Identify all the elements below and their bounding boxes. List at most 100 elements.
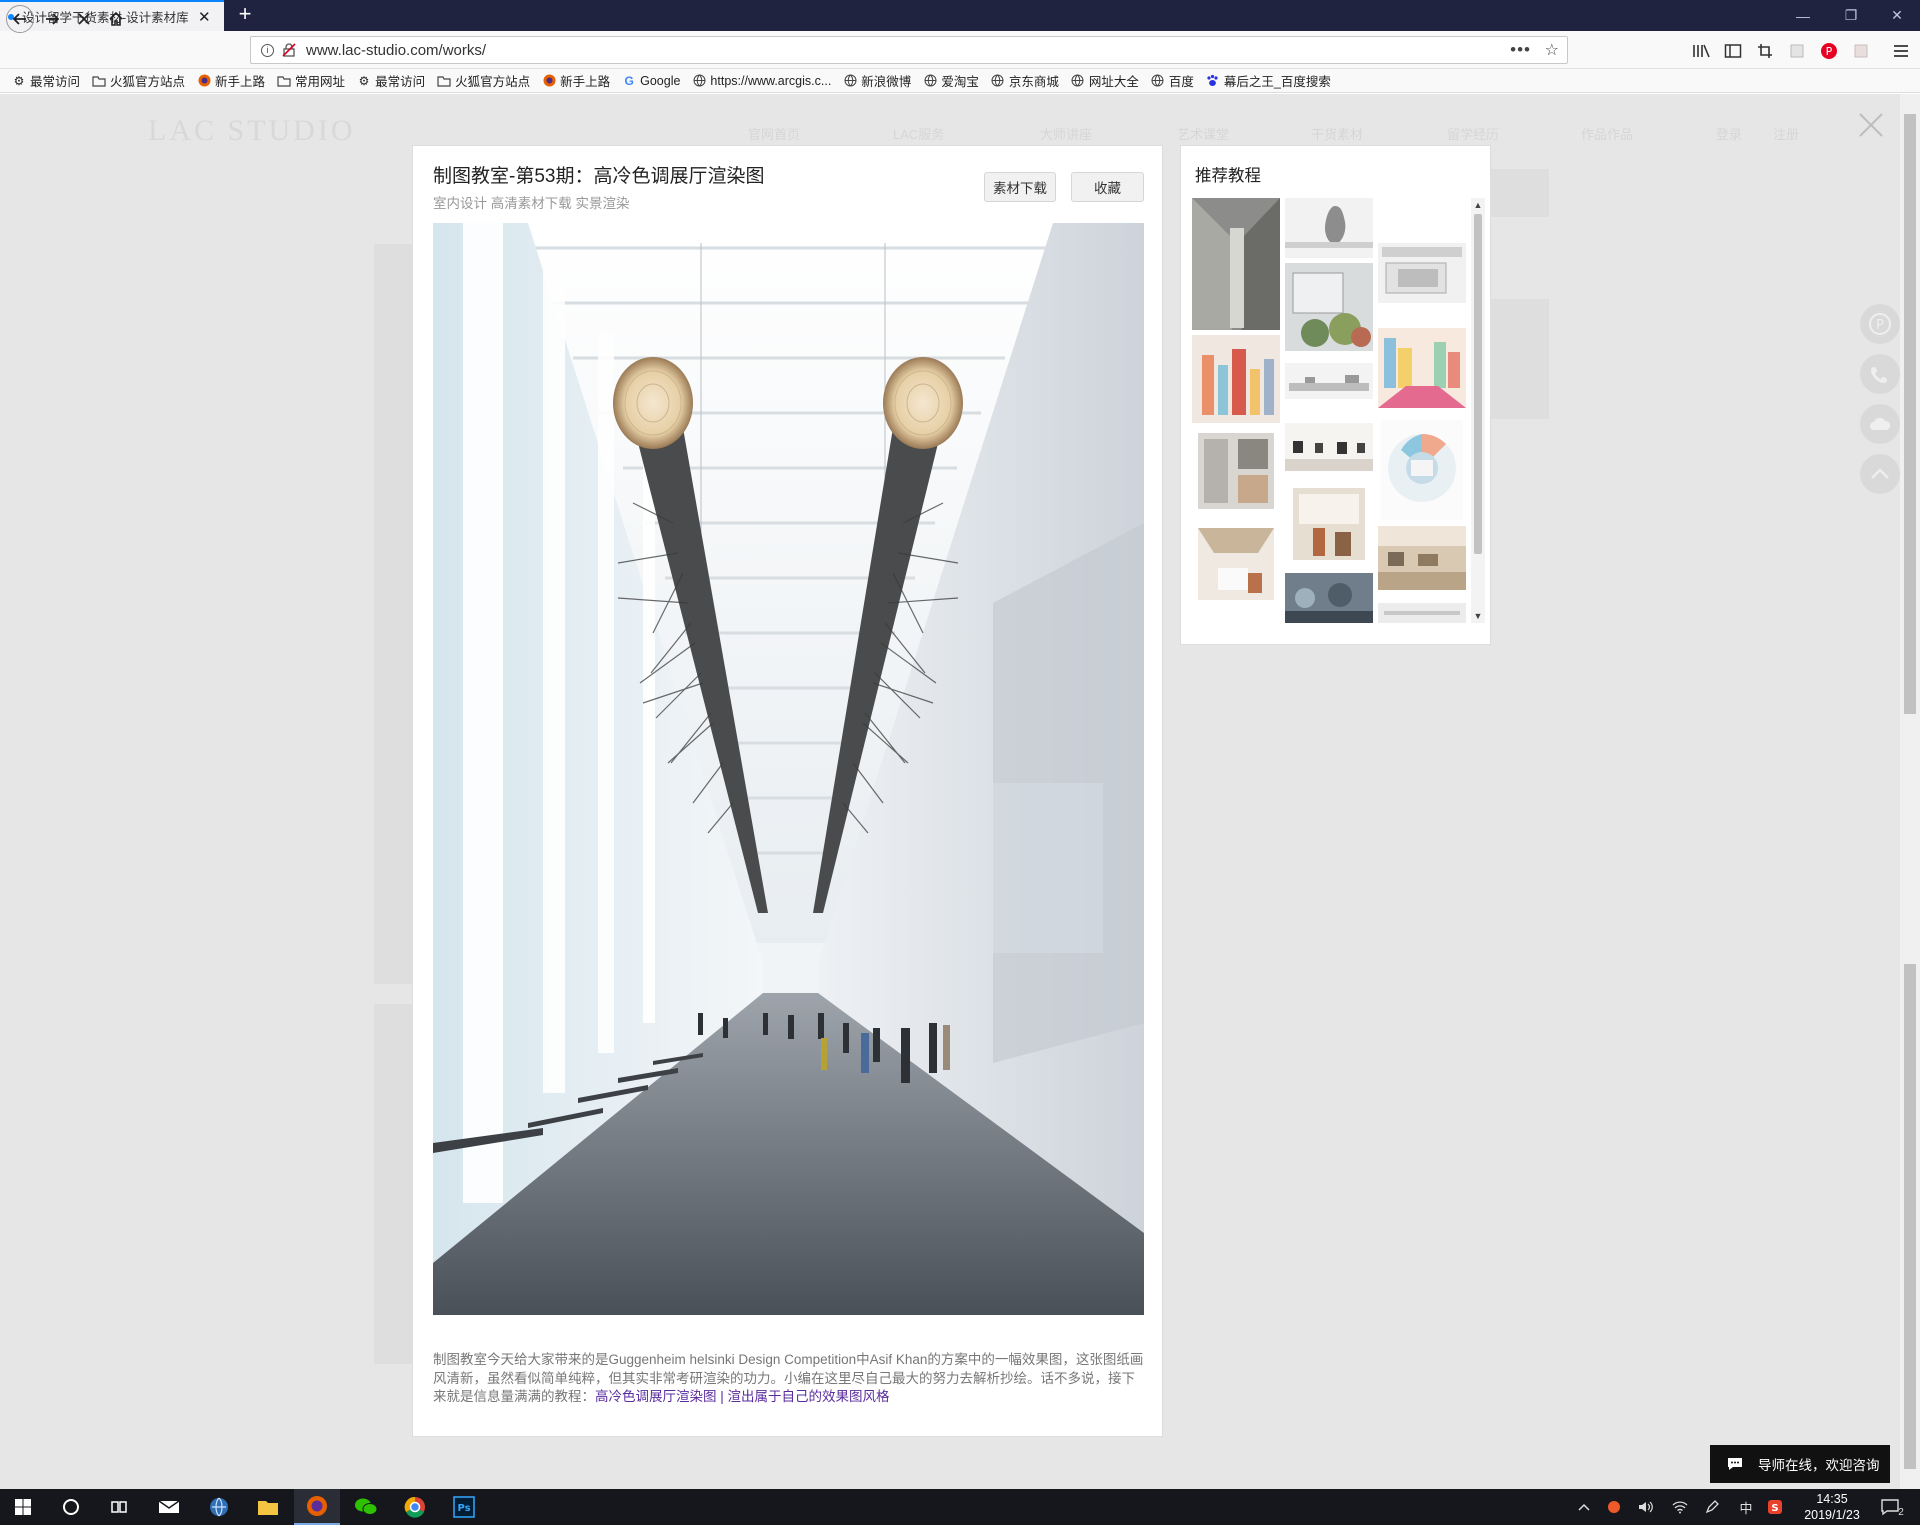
cloud-download-icon[interactable] bbox=[1860, 404, 1900, 444]
site-nav-item[interactable]: 作品作品 bbox=[1581, 124, 1633, 143]
stop-loading-button[interactable] bbox=[70, 5, 98, 33]
recommended-thumbnail[interactable] bbox=[1378, 526, 1466, 590]
task-view-button[interactable] bbox=[96, 1489, 142, 1525]
recommended-scrollbar[interactable]: ▲ ▼ bbox=[1471, 198, 1485, 623]
scroll-up-icon[interactable]: ▲ bbox=[1471, 198, 1485, 212]
site-logo[interactable]: LAC STUDIO bbox=[148, 114, 356, 148]
start-button[interactable] bbox=[0, 1489, 46, 1525]
taskbar-app[interactable] bbox=[392, 1489, 438, 1525]
site-nav-item[interactable]: 留学经历 bbox=[1447, 124, 1499, 143]
page-scrollbar[interactable] bbox=[1900, 94, 1920, 1489]
sogou-ime-icon[interactable]: S bbox=[1763, 1489, 1787, 1525]
phone-icon[interactable] bbox=[1860, 354, 1900, 394]
site-nav-item[interactable]: LAC服务 bbox=[893, 124, 944, 143]
recommended-thumbnail[interactable] bbox=[1378, 328, 1466, 408]
page-scroll-thumb[interactable] bbox=[1904, 964, 1916, 1469]
site-nav-item[interactable]: 干货素材 bbox=[1311, 124, 1363, 143]
bookmark-item[interactable]: 幕后之王_百度搜索 bbox=[1206, 71, 1331, 90]
collect-button[interactable]: 收藏 bbox=[1071, 172, 1144, 202]
home-button[interactable] bbox=[102, 5, 130, 33]
note-extension-icon[interactable] bbox=[1850, 40, 1872, 62]
background-card bbox=[374, 244, 412, 984]
action-center-button[interactable]: 2 bbox=[1872, 1489, 1912, 1525]
taskbar-app[interactable] bbox=[343, 1489, 389, 1525]
bookmark-item[interactable]: G Google bbox=[622, 74, 680, 88]
page-scroll-thumb[interactable] bbox=[1904, 114, 1916, 714]
site-nav-item[interactable]: 登录 bbox=[1716, 124, 1742, 143]
restore-button[interactable]: ❐ bbox=[1828, 0, 1874, 31]
bookmark-item[interactable]: 网址大全 bbox=[1071, 71, 1139, 90]
close-overlay-icon[interactable] bbox=[1856, 110, 1886, 140]
taskbar-clock[interactable]: 14:35 2019/1/23 bbox=[1794, 1491, 1870, 1523]
bookmark-item[interactable]: 百度 bbox=[1151, 71, 1194, 90]
bookmark-item[interactable]: 爱淘宝 bbox=[923, 71, 979, 90]
recommended-thumbnail[interactable] bbox=[1198, 528, 1274, 600]
extension-icon[interactable] bbox=[1786, 40, 1808, 62]
forward-button[interactable] bbox=[38, 5, 66, 33]
bookmark-item[interactable]: 京东商城 bbox=[991, 71, 1059, 90]
url-text[interactable]: www.lac-studio.com/works/ bbox=[306, 42, 486, 59]
pen-icon[interactable] bbox=[1700, 1489, 1724, 1525]
scroll-thumb[interactable] bbox=[1474, 214, 1482, 554]
taskbar-app[interactable] bbox=[294, 1489, 340, 1525]
bookmark-item[interactable]: https://www.arcgis.c... bbox=[692, 74, 831, 88]
site-nav-item[interactable]: 官网首页 bbox=[748, 124, 800, 143]
recommended-thumbnail[interactable] bbox=[1198, 433, 1274, 509]
pinterest-extension-icon[interactable]: P bbox=[1818, 40, 1840, 62]
site-nav-item[interactable]: 大师讲座 bbox=[1040, 124, 1092, 143]
minimize-button[interactable]: — bbox=[1780, 0, 1826, 31]
site-info-icon[interactable]: i bbox=[261, 43, 274, 57]
recommended-thumbnail[interactable] bbox=[1285, 573, 1373, 623]
taskbar-app[interactable] bbox=[196, 1489, 242, 1525]
recommended-thumbnail[interactable] bbox=[1285, 423, 1373, 471]
bookmark-star-icon[interactable]: ☆ bbox=[1545, 40, 1559, 60]
network-icon[interactable] bbox=[1668, 1489, 1692, 1525]
back-to-top-icon[interactable] bbox=[1860, 454, 1900, 494]
recommended-thumbnail[interactable] bbox=[1378, 603, 1466, 623]
recommended-thumbnail[interactable] bbox=[1192, 335, 1280, 423]
tutorial-link[interactable]: 高冷色调展厅渲染图 | 渲出属于自己的效果图风格 bbox=[595, 1389, 890, 1404]
taskbar-app[interactable]: Ps bbox=[441, 1489, 487, 1525]
bookmark-item[interactable]: 新手上路 bbox=[197, 71, 265, 90]
download-button[interactable]: 素材下载 bbox=[984, 172, 1056, 202]
pinterest-share-icon[interactable]: P bbox=[1860, 304, 1900, 344]
taskbar-app[interactable] bbox=[245, 1489, 291, 1525]
recommended-thumbnail[interactable] bbox=[1285, 198, 1373, 258]
hamburger-menu-icon[interactable] bbox=[1890, 40, 1912, 62]
recommended-thumbnail[interactable] bbox=[1381, 420, 1463, 520]
bookmark-item[interactable]: 火狐官方站点 bbox=[92, 71, 185, 90]
modal-title: 制图教室-第53期：高冷色调展厅渲染图 bbox=[433, 166, 765, 187]
site-nav-item[interactable]: 注册 bbox=[1773, 124, 1799, 143]
search-button[interactable] bbox=[48, 1489, 94, 1525]
bookmark-item[interactable]: ⚙ 最常访问 bbox=[357, 71, 425, 90]
new-tab-button[interactable]: + bbox=[232, 2, 258, 28]
sidebar-toggle-icon[interactable] bbox=[1722, 40, 1744, 62]
bookmark-item[interactable]: 火狐官方站点 bbox=[437, 71, 530, 90]
recommended-thumbnail[interactable] bbox=[1192, 198, 1280, 330]
tab-close-icon[interactable]: ✕ bbox=[198, 8, 211, 26]
taskbar-app[interactable] bbox=[146, 1489, 192, 1525]
library-icon[interactable] bbox=[1690, 40, 1712, 62]
bookmark-item[interactable]: 新浪微博 bbox=[843, 71, 911, 90]
bookmark-item[interactable]: 新手上路 bbox=[542, 71, 610, 90]
screenshot-crop-icon[interactable] bbox=[1754, 40, 1776, 62]
back-button[interactable] bbox=[6, 5, 34, 33]
site-nav-item[interactable]: 艺术课堂 bbox=[1177, 124, 1229, 143]
bookmark-item[interactable]: 常用网址 bbox=[277, 71, 345, 90]
tray-app-icon[interactable] bbox=[1602, 1489, 1626, 1525]
recommended-thumbnail[interactable] bbox=[1378, 243, 1466, 303]
bookmark-item[interactable]: ⚙ 最常访问 bbox=[12, 71, 80, 90]
recommended-thumbnail[interactable] bbox=[1285, 363, 1373, 399]
ime-indicator[interactable]: 中 bbox=[1734, 1489, 1758, 1525]
scroll-down-icon[interactable]: ▼ bbox=[1471, 609, 1485, 623]
insecure-lock-icon[interactable] bbox=[282, 43, 296, 57]
page-actions-menu-icon[interactable]: ••• bbox=[1510, 40, 1531, 60]
recommended-thumbnail[interactable] bbox=[1293, 488, 1365, 560]
tray-expand-icon[interactable] bbox=[1572, 1489, 1596, 1525]
window-close-button[interactable]: ✕ bbox=[1874, 0, 1920, 31]
recommended-thumbnail[interactable] bbox=[1285, 263, 1373, 351]
globe-icon bbox=[923, 74, 937, 88]
tutor-chat-button[interactable]: 导师在线，欢迎咨询 bbox=[1710, 1445, 1890, 1483]
address-bar[interactable]: i www.lac-studio.com/works/ ••• ☆ bbox=[250, 36, 1568, 64]
volume-icon[interactable] bbox=[1634, 1489, 1658, 1525]
